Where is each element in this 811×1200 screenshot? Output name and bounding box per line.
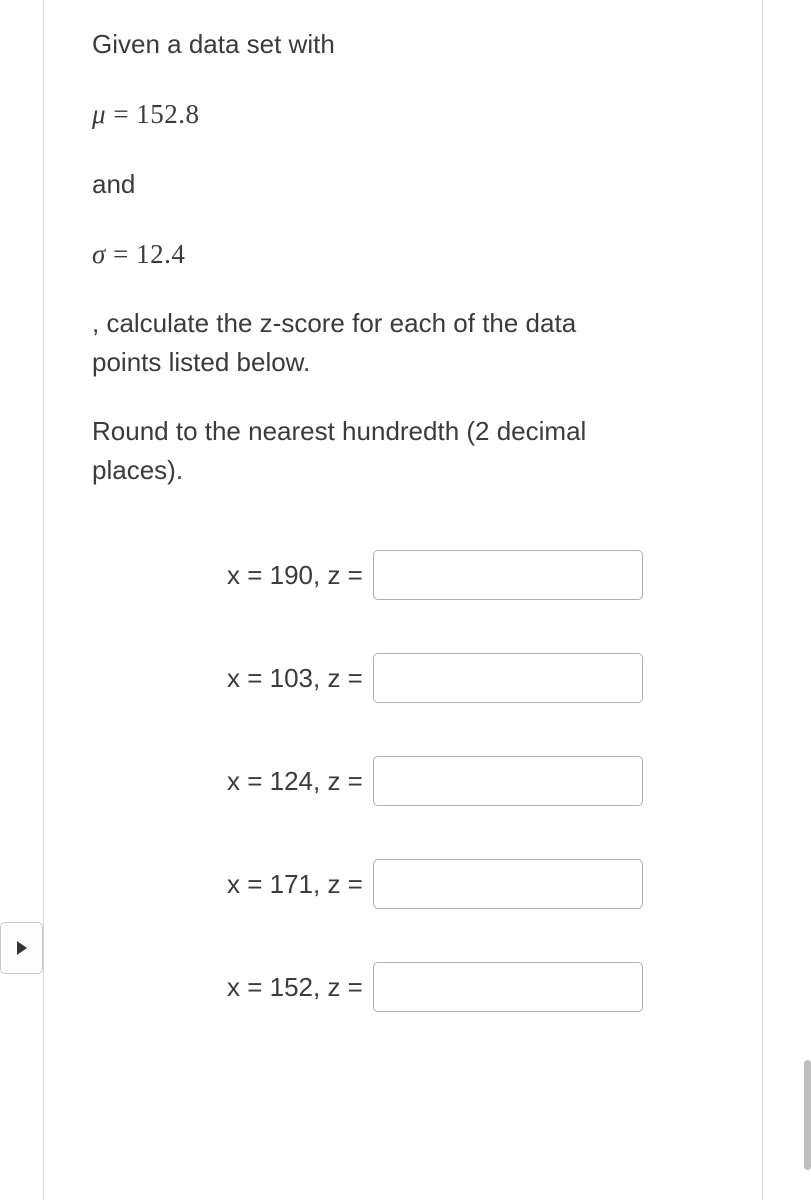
instruction-2: Round to the nearest hundredth (2 decima… [92, 412, 717, 490]
z-input-5[interactable] [373, 962, 643, 1012]
instruction-1: , calculate the z-score for each of the … [92, 304, 717, 382]
expand-panel-button[interactable] [0, 922, 43, 974]
z-input-2[interactable] [373, 653, 643, 703]
answer-label: x = 103, z = [227, 659, 373, 698]
and-text: and [92, 165, 717, 204]
z-input-3[interactable] [373, 756, 643, 806]
answer-row: x = 190, z = [92, 550, 717, 600]
play-icon [15, 940, 29, 956]
answer-row: x = 171, z = [92, 859, 717, 909]
answer-label: x = 171, z = [227, 865, 373, 904]
answer-rows: x = 190, z = x = 103, z = x = 124, z = x… [92, 550, 717, 1012]
z-input-1[interactable] [373, 550, 643, 600]
question-content: Given a data set with μ = 152.8 and σ = … [44, 0, 762, 1012]
mu-line: μ = 152.8 [92, 94, 717, 135]
z-input-4[interactable] [373, 859, 643, 909]
intro-text: Given a data set with [92, 25, 717, 64]
answer-row: x = 152, z = [92, 962, 717, 1012]
scrollbar-thumb[interactable] [804, 1060, 811, 1170]
answer-label: x = 152, z = [227, 968, 373, 1007]
answer-row: x = 124, z = [92, 756, 717, 806]
sigma-line: σ = 12.4 [92, 234, 717, 275]
answer-row: x = 103, z = [92, 653, 717, 703]
answer-label: x = 124, z = [227, 762, 373, 801]
question-panel: Given a data set with μ = 152.8 and σ = … [43, 0, 763, 1200]
answer-label: x = 190, z = [227, 556, 373, 595]
